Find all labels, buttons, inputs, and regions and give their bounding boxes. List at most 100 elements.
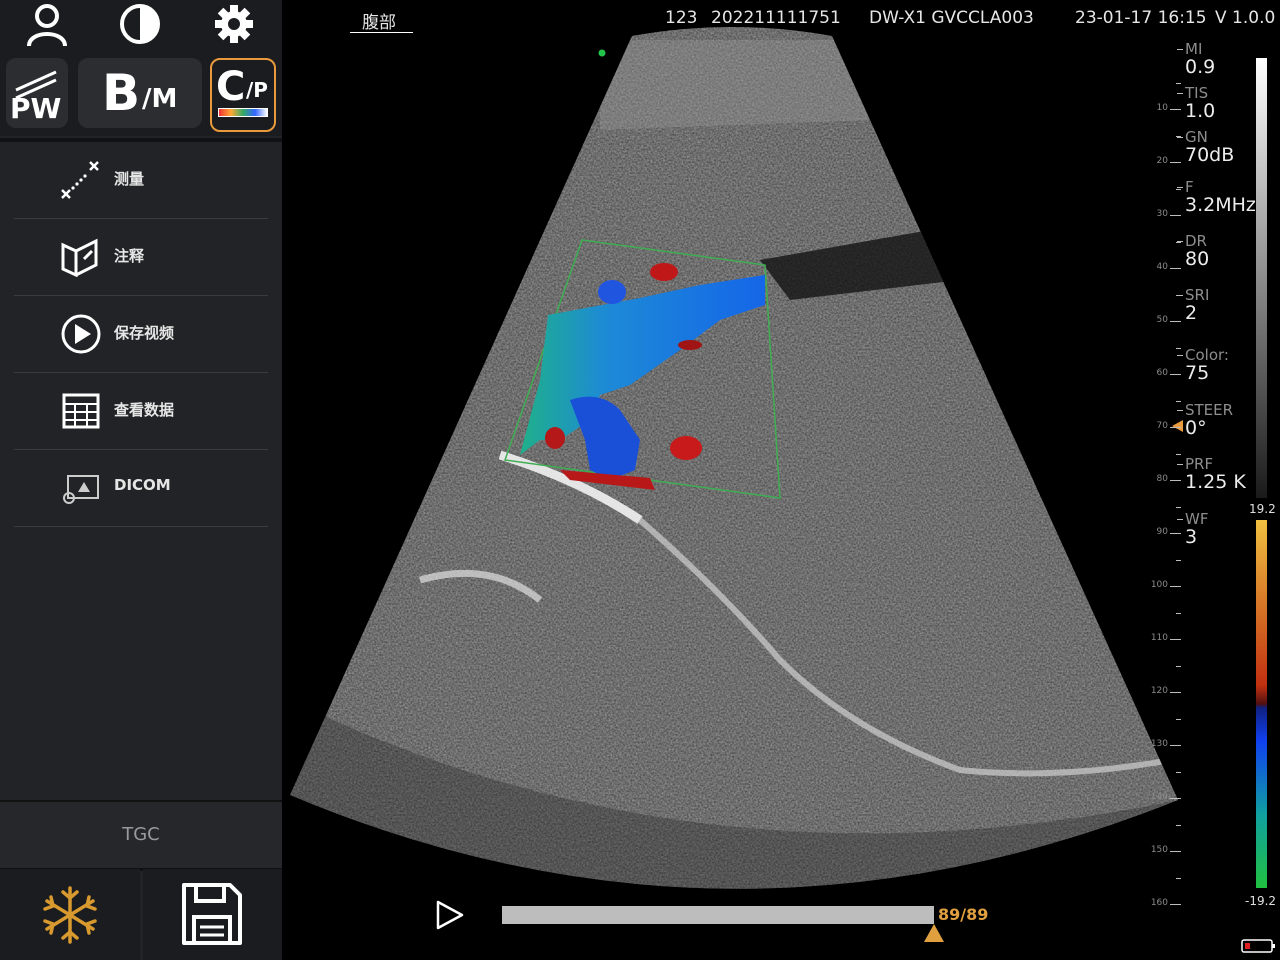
tgc-label: TGC [122, 824, 160, 845]
depth-tick-major [1170, 533, 1181, 534]
depth-tick-major [1170, 427, 1181, 428]
depth-tick-major [1170, 321, 1181, 322]
bm-b-label: B [102, 64, 141, 122]
cine-progress-track[interactable] [502, 906, 934, 924]
depth-tick-major [1170, 904, 1181, 905]
param-value-steer: 0° [1185, 417, 1207, 439]
depth-tick-major [1170, 745, 1181, 746]
depth-label: 90 [1156, 527, 1168, 537]
menu-item-measure[interactable]: 测量 [14, 142, 268, 219]
depth-tick-major [1170, 215, 1181, 216]
device-name: DW-X1 GVCCLA003 [869, 8, 1034, 28]
cine-progress-fill [502, 906, 934, 924]
cine-slider-handle[interactable] [924, 924, 944, 942]
depth-tick-major [1170, 692, 1181, 693]
play-circle-icon [61, 314, 101, 354]
depth-tick-major [1170, 851, 1181, 852]
cine-frame-counter: 89/89 [938, 905, 989, 924]
left-sidebar: PW B /M C /P 测量 注释 保存视频 查看数据 DICOM TGC [0, 0, 282, 960]
depth-tick-minor [1176, 189, 1181, 190]
floppy-disk-icon [182, 883, 242, 945]
contrast-icon[interactable] [118, 2, 162, 46]
snowflake-icon [43, 886, 97, 944]
param-tick [1177, 49, 1183, 50]
patient-id: 123 [665, 8, 698, 28]
depth-tick-minor [1176, 401, 1181, 402]
depth-label: 130 [1150, 739, 1168, 749]
depth-tick-minor [1176, 295, 1181, 296]
depth-tick-minor [1176, 666, 1181, 667]
cine-play-button[interactable] [432, 898, 466, 932]
depth-label: 150 [1150, 845, 1168, 855]
param-tick [1177, 93, 1183, 94]
depth-label: 40 [1156, 262, 1168, 272]
depth-tick-major [1170, 268, 1181, 269]
param-tick [1177, 410, 1183, 411]
tgc-button[interactable]: TGC [0, 800, 282, 871]
bm-mode-button[interactable]: B /M [78, 58, 202, 128]
param-value-f: 3.2MHz [1185, 194, 1256, 216]
depth-tick-minor [1176, 772, 1181, 773]
measure-icon [61, 161, 99, 199]
depth-tick-major [1170, 109, 1181, 110]
depth-tick-minor [1176, 454, 1181, 455]
param-tick [1177, 519, 1183, 520]
depth-tick-minor [1176, 348, 1181, 349]
menu-label-view-data: 查看数据 [114, 401, 175, 419]
param-tick [1177, 187, 1183, 188]
ultrasound-image [290, 27, 1275, 953]
depth-tick-minor [1176, 878, 1181, 879]
exam-preset-underline [350, 32, 413, 33]
param-value-mi: 0.9 [1185, 56, 1216, 78]
depth-tick-minor [1176, 507, 1181, 508]
color-scale-max: 19.2 [1249, 502, 1276, 516]
ultrasound-view[interactable] [282, 0, 1280, 960]
menu-item-view-data[interactable]: 查看数据 [14, 373, 268, 450]
menu-item-save-video[interactable]: 保存视频 [14, 296, 268, 373]
depth-tick-major [1170, 639, 1181, 640]
user-icon[interactable] [25, 2, 69, 46]
depth-label: 60 [1156, 368, 1168, 378]
version: V 1.0.0 [1215, 8, 1276, 28]
depth-tick-major [1170, 798, 1181, 799]
depth-tick-minor [1176, 719, 1181, 720]
depth-tick-major [1170, 586, 1181, 587]
param-value-tis: 1.0 [1185, 100, 1216, 122]
annotate-icon [61, 238, 98, 277]
cp-mode-button[interactable]: C /P [210, 58, 276, 132]
menu-label-dicom: DICOM [114, 476, 171, 494]
depth-tick-major [1170, 374, 1181, 375]
depth-tick-minor [1176, 242, 1181, 243]
menu-item-annotate[interactable]: 注释 [14, 219, 268, 296]
param-value-prf: 1.25 K [1185, 471, 1246, 493]
save-button[interactable] [143, 869, 282, 960]
color-scale-bar [1256, 520, 1267, 888]
menu-label-save-video: 保存视频 [114, 324, 175, 342]
depth-label: 80 [1156, 474, 1168, 484]
depth-tick-major [1170, 162, 1181, 163]
gray-scale-bar [1256, 58, 1267, 498]
gear-icon[interactable] [212, 2, 256, 46]
depth-label: 100 [1150, 580, 1168, 590]
pw-mode-button[interactable]: PW [6, 58, 68, 128]
param-value-dr: 80 [1185, 248, 1210, 270]
color-scale-min: -19.2 [1245, 894, 1277, 908]
pw-label: PW [10, 92, 62, 125]
datetime: 23-01-17 16:15 [1075, 8, 1207, 28]
depth-tick-minor [1176, 560, 1181, 561]
study-id: 202211111751 [711, 8, 841, 28]
param-tick [1177, 464, 1183, 465]
depth-label: 120 [1150, 686, 1168, 696]
depth-label: 10 [1156, 103, 1168, 113]
exam-preset[interactable]: 腹部 [362, 8, 396, 33]
param-tick [1177, 137, 1183, 138]
color-bar-icon [218, 108, 268, 117]
depth-label: 30 [1156, 209, 1168, 219]
bm-m-label: /M [142, 84, 178, 114]
menu-item-dicom[interactable]: DICOM [14, 450, 268, 527]
top-icon-bar [0, 0, 282, 48]
depth-tick-minor [1176, 613, 1181, 614]
freeze-button[interactable] [0, 869, 140, 960]
param-value-wf: 3 [1185, 526, 1198, 548]
depth-label: 50 [1156, 315, 1168, 325]
